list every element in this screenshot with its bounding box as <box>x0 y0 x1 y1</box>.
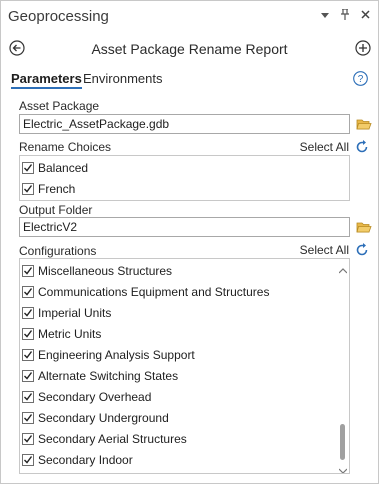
output-folder-input[interactable]: ElectricV2 <box>19 217 350 237</box>
list-item-label: Secondary Aerial Structures <box>38 432 187 446</box>
list-item-label: Metric Units <box>38 327 102 341</box>
add-circle-icon[interactable] <box>355 40 371 56</box>
close-icon[interactable] <box>360 10 370 22</box>
configurations-label: Configurations <box>19 244 97 258</box>
list-item-label: Communications Equipment and Structures <box>38 285 270 299</box>
list-item[interactable]: Engineering Analysis Support <box>22 345 195 365</box>
list-item[interactable]: Alternate Switching States <box>22 366 178 386</box>
list-item-label: French <box>38 182 76 196</box>
asset-package-input[interactable]: Electric_AssetPackage.gdb <box>19 114 350 134</box>
tool-header: Asset Package Rename Report <box>1 33 378 63</box>
scrollbar-thumb[interactable] <box>340 424 345 460</box>
tab-environments[interactable]: Environments <box>83 71 162 86</box>
list-item[interactable]: Balanced <box>22 158 88 178</box>
list-item[interactable]: Imperial Units <box>22 303 111 323</box>
folder-icon[interactable] <box>356 117 372 131</box>
list-item[interactable]: Secondary Underground <box>22 408 169 428</box>
checkbox[interactable] <box>22 307 34 319</box>
checkbox[interactable] <box>22 328 34 340</box>
checkbox[interactable] <box>22 454 34 466</box>
pane-title-bar: Geoprocessing <box>1 1 378 33</box>
scroll-down-icon[interactable] <box>338 463 348 473</box>
rename-choices-label: Rename Choices <box>19 140 112 154</box>
configurations-list: Miscellaneous Structures Communications … <box>19 258 350 474</box>
pin-icon[interactable] <box>340 8 350 23</box>
list-item[interactable]: Secondary Overhead <box>22 387 151 407</box>
list-item-label: Alternate Switching States <box>38 369 179 383</box>
pane-title: Geoprocessing <box>8 8 109 25</box>
checkbox[interactable] <box>22 349 34 361</box>
configurations-select-all[interactable]: Select All <box>300 243 349 257</box>
list-item-label: Imperial Units <box>38 306 112 320</box>
chevron-down-icon[interactable] <box>320 10 330 22</box>
list-item[interactable]: French <box>22 179 75 199</box>
checkbox[interactable] <box>22 286 34 298</box>
output-folder-label: Output Folder <box>19 203 93 217</box>
pane-controls <box>320 8 370 23</box>
list-item-label: Secondary Indoor <box>38 453 133 467</box>
list-item-label: Secondary Overhead <box>38 390 152 404</box>
scroll-up-icon[interactable] <box>338 263 348 274</box>
checkbox[interactable] <box>22 433 34 445</box>
scrollbar[interactable] <box>338 260 348 473</box>
checkbox[interactable] <box>22 265 34 277</box>
tab-parameters[interactable]: Parameters <box>11 71 82 89</box>
checkbox[interactable] <box>22 412 34 424</box>
tab-bar: Parameters Environments ? <box>1 67 378 93</box>
refresh-icon[interactable] <box>355 140 369 154</box>
list-item[interactable]: Communications Equipment and Structures <box>22 282 269 302</box>
checkbox[interactable] <box>22 183 34 195</box>
geoprocessing-pane: Geoprocessing Asset Package Rename Repor… <box>0 0 379 484</box>
rename-choices-select-all[interactable]: Select All <box>300 140 349 154</box>
asset-package-label: Asset Package <box>19 99 100 113</box>
checkbox[interactable] <box>22 370 34 382</box>
folder-icon[interactable] <box>356 220 372 234</box>
rename-choices-list: Balanced French <box>19 155 350 201</box>
list-item-label: Miscellaneous Structures <box>38 264 173 278</box>
checkbox[interactable] <box>22 391 34 403</box>
list-item[interactable]: Secondary Indoor <box>22 450 133 470</box>
list-item-label: Secondary Underground <box>38 411 169 425</box>
list-item-label: Engineering Analysis Support <box>38 348 195 362</box>
help-icon[interactable]: ? <box>353 71 368 86</box>
list-item[interactable]: Secondary Aerial Structures <box>22 429 187 449</box>
list-item-label: Balanced <box>38 161 89 175</box>
refresh-icon[interactable] <box>355 243 369 257</box>
list-item[interactable]: Metric Units <box>22 324 101 344</box>
tool-title: Asset Package Rename Report <box>91 41 288 57</box>
svg-text:?: ? <box>358 74 364 85</box>
checkbox[interactable] <box>22 162 34 174</box>
list-item[interactable]: Miscellaneous Structures <box>22 261 172 281</box>
